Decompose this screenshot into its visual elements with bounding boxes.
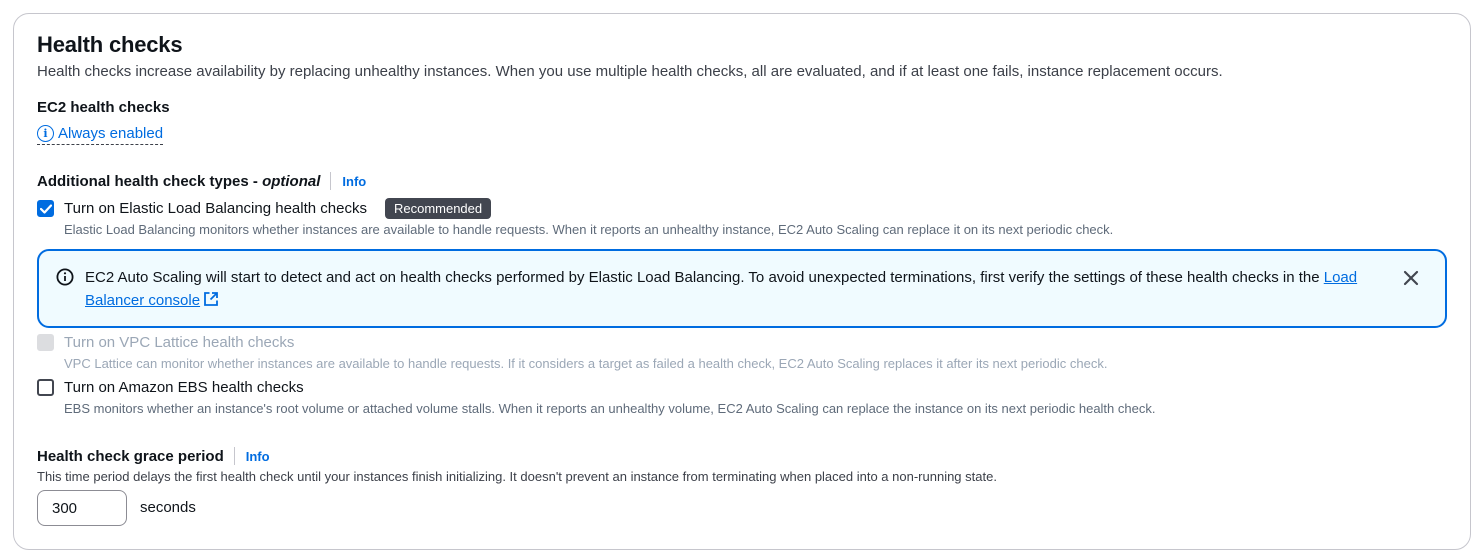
optional-text: optional	[262, 172, 321, 190]
ebs-checkbox[interactable]	[37, 379, 54, 396]
grace-label-text: Health check grace period	[37, 447, 224, 465]
external-link-icon[interactable]	[203, 291, 219, 314]
section-description: Health checks increase availability by r…	[37, 63, 1223, 80]
grace-period-input[interactable]	[37, 490, 127, 526]
grace-info-link[interactable]: Info	[246, 449, 270, 464]
elb-info-alert: EC2 Auto Scaling will start to detect an…	[37, 249, 1447, 328]
section-title: Health checks	[37, 32, 183, 57]
divider	[233, 447, 235, 465]
health-checks-panel: Health checks Health checks increase ava…	[13, 13, 1471, 550]
always-enabled-text: Always enabled	[58, 125, 164, 142]
close-icon[interactable]	[1398, 265, 1424, 291]
alert-text: EC2 Auto Scaling will start to detect an…	[85, 269, 1320, 286]
ebs-label: Turn on Amazon EBS health checks	[64, 379, 304, 396]
checkmark-icon	[39, 203, 52, 214]
ec2-health-checks-label: EC2 health checks	[37, 99, 170, 116]
additional-health-check-label: Additional health check types - optional…	[37, 172, 366, 190]
elb-description: Elastic Load Balancing monitors whether …	[64, 222, 1114, 237]
recommended-badge: Recommended	[384, 198, 492, 219]
alert-message: EC2 Auto Scaling will start to detect an…	[85, 266, 1385, 314]
vpc-lattice-health-check-option: Turn on VPC Lattice health checks	[37, 334, 294, 351]
vpc-description: VPC Lattice can monitor whether instance…	[64, 356, 1108, 371]
always-enabled-popover-trigger[interactable]: i Always enabled	[37, 125, 164, 145]
grace-period-description: This time period delays the first health…	[37, 469, 997, 484]
ebs-description: EBS monitors whether an instance's root …	[64, 401, 1156, 416]
grace-period-unit: seconds	[140, 499, 196, 516]
info-icon: i	[37, 125, 54, 142]
divider	[330, 172, 332, 190]
elb-checkbox[interactable]	[37, 200, 54, 217]
ebs-health-check-option[interactable]: Turn on Amazon EBS health checks	[37, 379, 304, 396]
vpc-checkbox	[37, 334, 54, 351]
additional-info-link[interactable]: Info	[342, 174, 366, 189]
elb-health-check-option[interactable]: Turn on Elastic Load Balancing health ch…	[37, 198, 492, 219]
elb-label: Turn on Elastic Load Balancing health ch…	[64, 200, 367, 217]
info-icon	[56, 268, 74, 291]
additional-label-text: Additional health check types -	[37, 172, 258, 190]
grace-period-label: Health check grace period Info	[37, 447, 270, 465]
vpc-label: Turn on VPC Lattice health checks	[64, 334, 295, 351]
